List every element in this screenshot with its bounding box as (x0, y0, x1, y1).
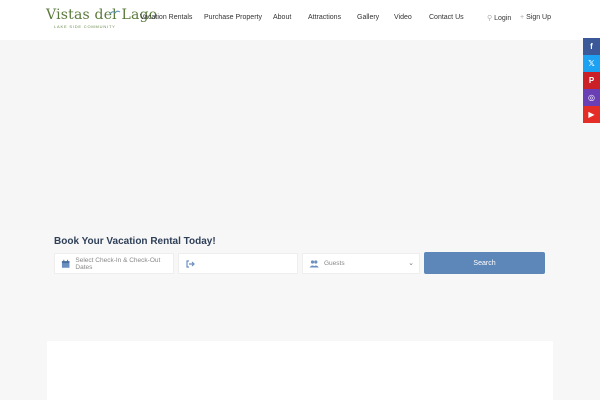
facebook-icon: f (590, 42, 593, 51)
nav-purchase-property[interactable]: Purchase Property (204, 14, 262, 21)
pinterest-share-button[interactable]: P (583, 72, 600, 89)
plus-icon: + (520, 14, 525, 21)
site-header: Vistas del Lago LAKE SIDE COMMUNITY Vaca… (0, 0, 600, 40)
content-section (47, 341, 553, 400)
youtube-icon: ▶ (588, 110, 595, 119)
nav-video[interactable]: Video (394, 14, 412, 21)
site-logo[interactable]: Vistas del Lago LAKE SIDE COMMUNITY (46, 7, 157, 33)
nav-attractions[interactable]: Attractions (308, 14, 341, 21)
youtube-share-button[interactable]: ▶ (583, 106, 600, 123)
instagram-share-button[interactable]: ◎ (583, 89, 600, 106)
x-twitter-icon: 𝕏 (588, 59, 595, 68)
nav-about[interactable]: About (273, 14, 291, 21)
guests-select[interactable]: Guests ⌄ (302, 253, 420, 274)
booking-title: Book Your Vacation Rental Today! (54, 236, 216, 247)
chevron-down-icon: ⌄ (408, 260, 414, 267)
calendar-icon (61, 259, 70, 268)
logo-tagline: LAKE SIDE COMMUNITY (54, 24, 116, 29)
nav-gallery[interactable]: Gallery (357, 14, 379, 21)
login-link[interactable]: ⚲ Login (487, 14, 511, 22)
date-range-field[interactable]: Select Check-In & Check-Out Dates (54, 253, 174, 274)
hero-banner (0, 40, 600, 230)
nav-vacation-rentals[interactable]: Vacation Rentals (140, 14, 192, 21)
nav-contact-us[interactable]: Contact Us (429, 14, 464, 21)
guests-placeholder: Guests (324, 260, 345, 267)
login-label: Login (494, 15, 512, 22)
users-icon (309, 259, 319, 267)
sign-out-icon (186, 259, 195, 268)
social-share-bar: f 𝕏 P ◎ ▶ (583, 38, 600, 123)
booking-form: Select Check-In & Check-Out Dates Guests… (54, 252, 546, 275)
checkout-field[interactable] (178, 253, 298, 274)
x-twitter-share-button[interactable]: 𝕏 (583, 55, 600, 72)
search-button[interactable]: Search (424, 252, 545, 274)
user-icon: ⚲ (487, 15, 493, 22)
signup-link[interactable]: + Sign Up (520, 14, 551, 21)
facebook-share-button[interactable]: f (583, 38, 600, 55)
date-range-placeholder: Select Check-In & Check-Out Dates (75, 256, 161, 271)
pinterest-icon: P (588, 76, 595, 85)
signup-label: Sign Up (526, 14, 551, 21)
instagram-icon: ◎ (588, 93, 595, 102)
bird-icon (109, 10, 121, 15)
